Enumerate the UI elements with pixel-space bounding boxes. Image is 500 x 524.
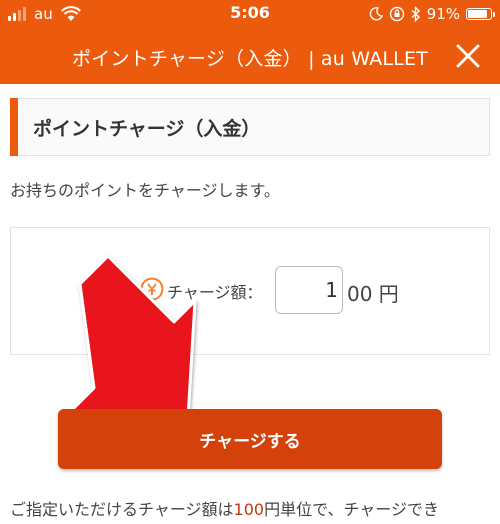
charge-amount-input[interactable] [275,266,343,314]
coin-icon [140,277,164,301]
charge-amount-label: チャージ額： [167,283,263,302]
close-icon[interactable] [454,42,482,70]
intro-text: お持ちのポイントをチャージします。 [10,181,280,200]
bluetooth-icon [411,6,420,22]
orientation-lock-icon [389,6,404,22]
battery-icon [466,8,495,20]
moon-icon [369,7,383,21]
note-highlight: 100 [233,500,265,519]
battery-percent: 91% [426,5,460,23]
nav-bar: ポイントチャージ（入金） | au WALLET [0,28,500,84]
charge-box: チャージ額： 00 円 [10,227,490,355]
status-bar: au 5:06 91% [0,0,500,28]
section-title: ポイントチャージ（入金） [33,118,261,140]
nav-title: ポイントチャージ（入金） | au WALLET [72,48,428,70]
battery-fill [468,10,488,18]
charge-note: ご指定いただけるチャージ額は100円単位で、チャージでき [10,496,439,520]
status-right: 91% [369,4,495,24]
charge-amount-suffix: 00 円 [347,282,399,306]
section-header: ポイントチャージ（入金） [10,98,490,156]
note-text-start: ご指定いただけるチャージ額は [10,500,234,519]
charge-button[interactable]: チャージする [58,409,442,469]
note-text-end: 円単位で、チャージでき [264,500,439,519]
